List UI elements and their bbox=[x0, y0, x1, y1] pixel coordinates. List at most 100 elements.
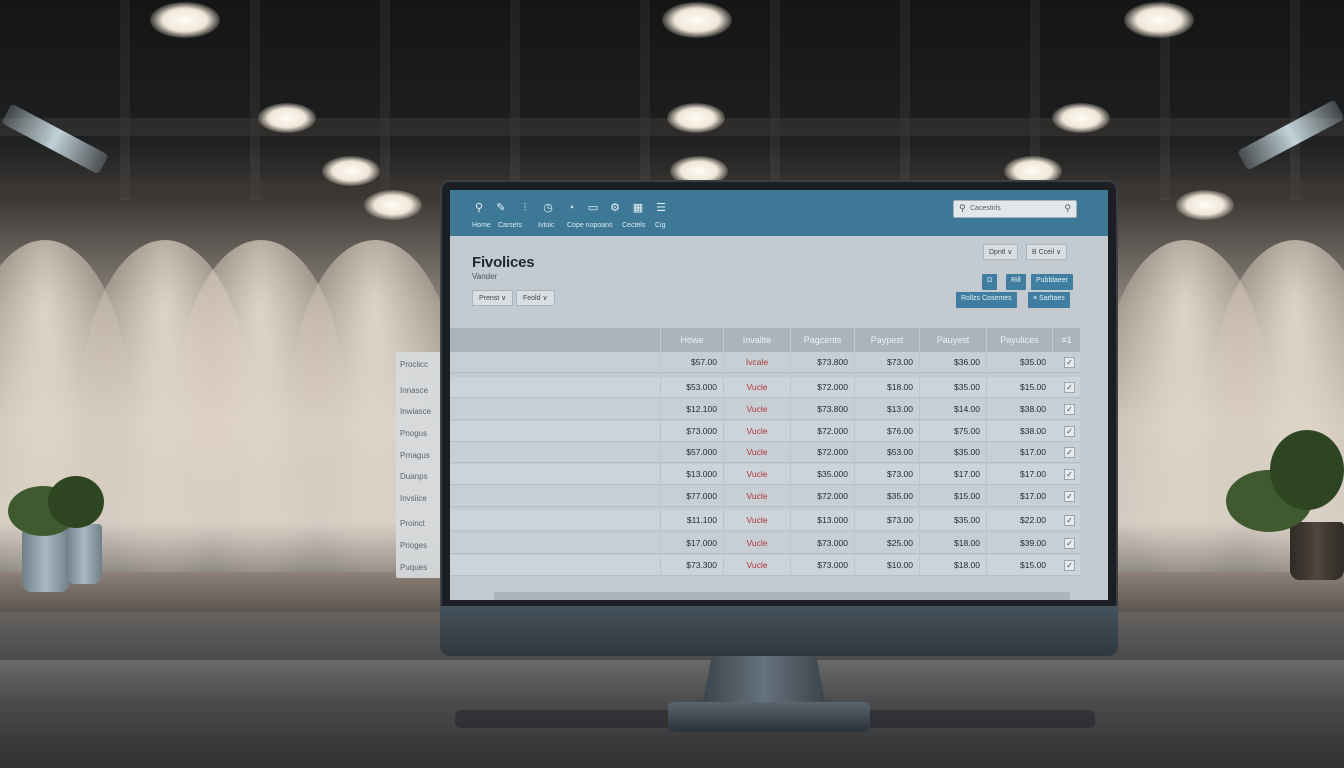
table-row[interactable]: $12.100 Vucle $73.800 $13.00 $14.00 $38.00 ✓ bbox=[450, 399, 1080, 420]
table-row[interactable]: $57.000 Vucle $72.000 $53.00 $35.00 $17.00 ✓ bbox=[450, 442, 1080, 463]
column-header[interactable]: Invalite bbox=[723, 328, 790, 352]
doc-icon[interactable]: ☰ bbox=[653, 201, 669, 215]
amount-cell: $73.800 bbox=[790, 352, 854, 373]
amount-cell: $38.00 bbox=[986, 421, 1052, 442]
clock-icon[interactable]: ◷ bbox=[540, 201, 556, 215]
row-checkbox[interactable]: ✓ bbox=[1064, 357, 1075, 368]
column-header[interactable]: Howe bbox=[660, 328, 723, 352]
amount-cell: $73.00 bbox=[854, 464, 919, 485]
select-dropdown[interactable]: Dpntl ∨ bbox=[983, 244, 1019, 260]
ceiling-light bbox=[1052, 103, 1110, 133]
amount-cell: $72.000 bbox=[790, 442, 854, 463]
amount-cell: $73.800 bbox=[790, 399, 854, 420]
status-cell: Ivcale bbox=[723, 352, 790, 373]
amount-cell: $36.00 bbox=[919, 352, 986, 373]
column-header[interactable]: Pagcents bbox=[790, 328, 854, 352]
amount-cell: $73.000 bbox=[790, 533, 854, 554]
side-panel-item[interactable]: Duanps bbox=[400, 472, 428, 481]
status-cell: Vucle bbox=[723, 555, 790, 576]
side-panel-item[interactable]: Proinct bbox=[400, 519, 425, 528]
amount-cell: $13.00 bbox=[854, 399, 919, 420]
settings-icon[interactable]: ⚙ bbox=[607, 201, 623, 215]
action-button[interactable]: ≡ Sarltaes bbox=[1028, 292, 1070, 308]
monitor-stand-neck bbox=[702, 656, 826, 706]
side-panel-item[interactable]: Proclicc bbox=[400, 360, 428, 369]
status-cell: Vucle bbox=[723, 399, 790, 420]
row-checkbox[interactable]: ✓ bbox=[1064, 447, 1075, 458]
row-checkbox[interactable]: ✓ bbox=[1064, 469, 1075, 480]
column-header[interactable]: Payulices bbox=[986, 328, 1052, 352]
publish-button[interactable]: Pubblaeer bbox=[1031, 274, 1073, 290]
ceiling-light bbox=[667, 103, 725, 133]
row-checkbox[interactable]: ✓ bbox=[1064, 491, 1075, 502]
search-submit-icon[interactable]: ⚲ bbox=[1064, 203, 1071, 214]
table-row[interactable]: $73.000 Vucle $72.000 $76.00 $75.00 $38.00 ✓ bbox=[450, 421, 1080, 442]
row-checkbox[interactable]: ✓ bbox=[1064, 404, 1075, 415]
nav-home[interactable]: Home bbox=[472, 222, 491, 229]
nav-ivtoic[interactable]: Ivtoic bbox=[538, 222, 554, 229]
table-row[interactable]: $77.000 Vucle $72.000 $35.00 $15.00 $17.00 ✓ bbox=[450, 486, 1080, 507]
table-row[interactable]: $57.00 Ivcale $73.800 $73.00 $36.00 $35.00 ✓ bbox=[450, 352, 1080, 373]
action-button[interactable]: Rill bbox=[1006, 274, 1026, 290]
pen-icon[interactable]: ✎ bbox=[493, 201, 509, 215]
sliders-icon[interactable]: ⫶ bbox=[517, 201, 533, 215]
plant-pot bbox=[1290, 522, 1344, 580]
action-button[interactable]: Ω bbox=[982, 274, 998, 290]
amount-cell: $35.00 bbox=[919, 377, 986, 398]
side-panel-item[interactable]: Innasce bbox=[400, 386, 428, 395]
card-icon[interactable]: ▭ bbox=[585, 201, 601, 215]
table-row[interactable]: $17.000 Vucle $73.000 $25.00 $18.00 $39.00 ✓ bbox=[450, 533, 1080, 554]
side-panel-item[interactable]: Prioges bbox=[400, 541, 427, 550]
search-icon[interactable]: ⚲ bbox=[471, 201, 487, 215]
select-dropdown[interactable]: B Cceil ∨ bbox=[1026, 244, 1068, 260]
side-panel-item[interactable]: Pnogus bbox=[400, 429, 427, 438]
side-panel-item[interactable]: Invsiice bbox=[400, 494, 427, 503]
column-header[interactable]: Paypest bbox=[854, 328, 919, 352]
row-checkbox[interactable]: ✓ bbox=[1064, 538, 1075, 549]
search-input[interactable]: ⚲ Cacestirls ⚲ bbox=[953, 200, 1077, 218]
amount-cell: $38.00 bbox=[986, 399, 1052, 420]
row-checkbox[interactable]: ✓ bbox=[1064, 426, 1075, 437]
side-panel-item[interactable]: Inwiasce bbox=[400, 407, 431, 416]
amount-cell: $13.000 bbox=[660, 464, 723, 485]
nav-carsets[interactable]: Carsets bbox=[498, 222, 522, 229]
horizontal-scrollbar[interactable] bbox=[494, 592, 1070, 600]
row-checkbox[interactable]: ✓ bbox=[1064, 515, 1075, 526]
status-cell: Vucle bbox=[723, 442, 790, 463]
ceiling-light bbox=[1124, 2, 1194, 38]
gauge-icon[interactable]: ◔ bbox=[563, 201, 579, 215]
status-cell: Vucle bbox=[723, 533, 790, 554]
amount-cell: $12.100 bbox=[660, 399, 723, 420]
column-header[interactable] bbox=[450, 328, 660, 352]
action-button[interactable]: Rollzs Cosemes bbox=[956, 292, 1017, 308]
filter-dropdown-preset[interactable]: Prenst ∨ bbox=[472, 290, 514, 306]
amount-cell: $15.00 bbox=[986, 555, 1052, 576]
side-panel-item[interactable]: Prnagus bbox=[400, 451, 430, 460]
search-placeholder: Cacestirls bbox=[970, 205, 1001, 212]
amount-cell: $73.000 bbox=[790, 555, 854, 576]
ceiling-light bbox=[662, 2, 732, 38]
nav-cectels[interactable]: Cectels bbox=[622, 222, 645, 229]
table-row[interactable]: $73.300 Vucle $73.000 $10.00 $18.00 $15.00 ✓ bbox=[450, 555, 1080, 576]
amount-cell: $57.00 bbox=[660, 352, 723, 373]
table-row[interactable]: $11.100 Vucle $13.000 $73.00 $35.00 $22.00 ✓ bbox=[450, 510, 1080, 531]
app-screen: ⚲ ✎ ⫶ ◷ ◔ ▭ ⚙ ▦ ☰ Home Carsets Ivtoic Co… bbox=[450, 190, 1108, 600]
table-row[interactable]: $13.000 Vucle $35.000 $73.00 $17.00 $17.00 ✓ bbox=[450, 464, 1080, 485]
amount-cell: $76.00 bbox=[854, 421, 919, 442]
status-cell: Vucle bbox=[723, 510, 790, 531]
side-panel-item[interactable]: Puques bbox=[400, 563, 427, 572]
row-checkbox[interactable]: ✓ bbox=[1064, 382, 1075, 393]
amount-cell: $72.000 bbox=[790, 421, 854, 442]
row-checkbox[interactable]: ✓ bbox=[1064, 560, 1075, 571]
column-header[interactable]: Pauyest bbox=[919, 328, 986, 352]
table-row[interactable]: $53.000 Vucle $72.000 $18.00 $35.00 $15.00 ✓ bbox=[450, 377, 1080, 398]
nav-cope-nopoans[interactable]: Cope nopoans bbox=[567, 222, 613, 229]
amount-cell: $73.300 bbox=[660, 555, 723, 576]
nav-cig[interactable]: Cig bbox=[655, 222, 666, 229]
amount-cell: $72.000 bbox=[790, 486, 854, 507]
amount-cell: $57.000 bbox=[660, 442, 723, 463]
amount-cell: $53.00 bbox=[854, 442, 919, 463]
filter-dropdown-field[interactable]: Feold ∨ bbox=[516, 290, 555, 306]
column-header[interactable]: ≡1 bbox=[1052, 328, 1080, 352]
grid-icon[interactable]: ▦ bbox=[630, 201, 646, 215]
